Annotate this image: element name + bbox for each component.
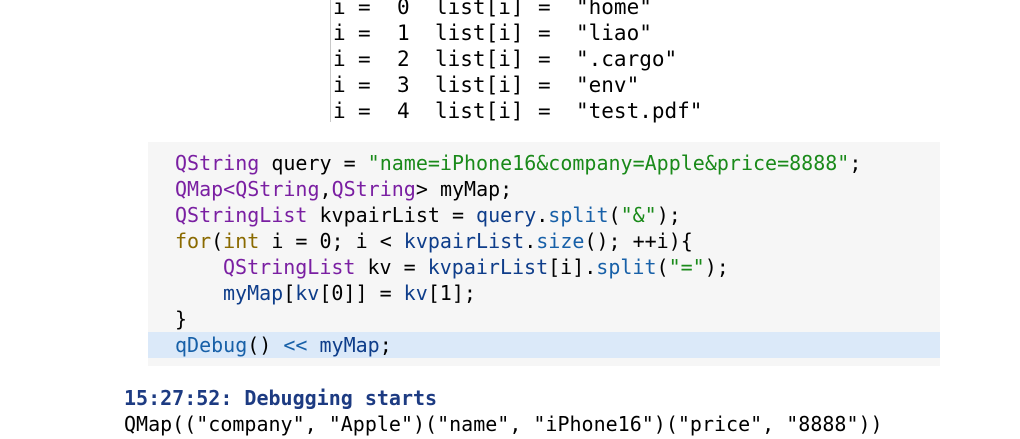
list-expr: list[i]	[435, 99, 524, 123]
code-editor[interactable]: QString query = "name=iPhone16&company=A…	[148, 142, 940, 366]
code-keyword: int	[223, 229, 260, 253]
code-line[interactable]: }	[148, 306, 940, 332]
code-line[interactable]: myMap[kv[0]] = kv[1];	[148, 280, 940, 306]
index-value: 4	[397, 99, 410, 123]
list-value: "env"	[576, 73, 640, 97]
code-token: );	[656, 203, 681, 227]
code-line[interactable]: QString query = "name=iPhone16&company=A…	[148, 150, 940, 176]
code-token: QString	[331, 177, 416, 201]
list-expr: list[i]	[435, 21, 524, 45]
loop-var: i	[333, 99, 346, 123]
code-token: }	[175, 307, 188, 331]
debug-list-row: i = 2 list[i] = ".cargo"	[331, 46, 677, 72]
debug-list-row: i = 0 list[i] = "home"	[331, 0, 652, 20]
equals-sign: =	[538, 99, 551, 123]
code-line[interactable]: QMap<QString,QString> myMap;	[148, 176, 940, 202]
code-token: kvpairList	[403, 229, 525, 253]
application-output-panel: 15:27:52: Debugging starts QMap(("compan…	[120, 378, 968, 439]
equals-sign: =	[358, 99, 371, 123]
code-token: kv	[403, 281, 428, 305]
code-token: .	[536, 203, 549, 227]
code-token: kvpairList	[427, 255, 549, 279]
index-value: 0	[397, 0, 410, 19]
code-token: <<	[283, 333, 308, 357]
list-value: "liao"	[576, 21, 652, 45]
code-token: [0]] =	[319, 281, 404, 305]
code-token: kv =	[355, 255, 428, 279]
code-token: qDebug	[175, 333, 248, 357]
code-token: split	[596, 255, 657, 279]
debug-list-row: i = 3 list[i] = "env"	[331, 72, 639, 98]
code-token: [i].	[548, 255, 597, 279]
code-token: ,	[319, 177, 332, 201]
current-code-line[interactable]: qDebug() << myMap;	[148, 332, 940, 358]
equals-sign: =	[358, 47, 371, 71]
list-value: ".cargo"	[576, 47, 678, 71]
equals-sign: =	[538, 0, 551, 19]
equals-sign: =	[358, 73, 371, 97]
debug-result-text: QMap(("company", "Apple")("name", "iPhon…	[124, 412, 883, 436]
code-token: kvpairList =	[307, 203, 477, 227]
code-token: QMap<	[175, 177, 236, 201]
loop-var: i	[333, 21, 346, 45]
loop-var: i	[333, 47, 346, 71]
code-token: QString	[175, 151, 260, 175]
debug-list-row: i = 1 list[i] = "liao"	[331, 20, 652, 46]
code-token: QString	[235, 177, 320, 201]
code-token: myMap	[223, 281, 284, 305]
list-value: "home"	[576, 0, 652, 19]
code-token: ()	[247, 333, 284, 357]
debug-status-text: 15:27:52: Debugging starts	[124, 386, 438, 410]
code-line[interactable]: QStringList kv = kvpairList[i].split("="…	[148, 254, 940, 280]
equals-sign: =	[358, 0, 371, 19]
code-token: QStringList	[175, 203, 308, 227]
code-string: "="	[668, 255, 705, 279]
code-token: kv	[295, 281, 320, 305]
code-line[interactable]: QStringList kvpairList = query.split("&"…	[148, 202, 940, 228]
list-expr: list[i]	[435, 73, 524, 97]
code-token: (	[211, 229, 224, 253]
list-expr: list[i]	[435, 47, 524, 71]
code-token: ;	[379, 333, 392, 357]
loop-var: i	[333, 0, 346, 19]
equals-sign: =	[538, 21, 551, 45]
debug-list-row: i = 4 list[i] = "test.pdf"	[331, 98, 702, 124]
code-token: (); ++i){	[584, 229, 693, 253]
code-token: ;	[849, 151, 862, 175]
code-token: size	[536, 229, 585, 253]
code-string: "&"	[620, 203, 657, 227]
code-token: [	[283, 281, 296, 305]
code-token: myMap	[319, 333, 380, 357]
equals-sign: =	[538, 47, 551, 71]
index-value: 1	[397, 21, 410, 45]
code-token: );	[704, 255, 729, 279]
code-token: (	[656, 255, 669, 279]
loop-var: i	[333, 73, 346, 97]
equals-sign: =	[358, 21, 371, 45]
debug-list-panel: i = 0 list[i] = "home" i = 1 list[i] = "…	[330, 0, 759, 124]
code-token: .	[524, 229, 537, 253]
code-token: query =	[259, 151, 368, 175]
equals-sign: =	[538, 73, 551, 97]
code-token: split	[548, 203, 609, 227]
list-value: "test.pdf"	[576, 99, 703, 123]
code-token: i = 0; i <	[259, 229, 404, 253]
index-value: 3	[397, 73, 410, 97]
code-line[interactable]: for(int i = 0; i < kvpairList.size(); ++…	[148, 228, 940, 254]
index-value: 2	[397, 47, 410, 71]
code-token: > myMap;	[415, 177, 513, 201]
code-token: [1];	[427, 281, 476, 305]
code-token: query	[476, 203, 537, 227]
code-keyword: for	[175, 229, 212, 253]
code-token: QStringList	[223, 255, 356, 279]
list-expr: list[i]	[435, 0, 524, 19]
code-string: "name=iPhone16&company=Apple&price=8888"	[367, 151, 850, 175]
code-token: (	[608, 203, 621, 227]
